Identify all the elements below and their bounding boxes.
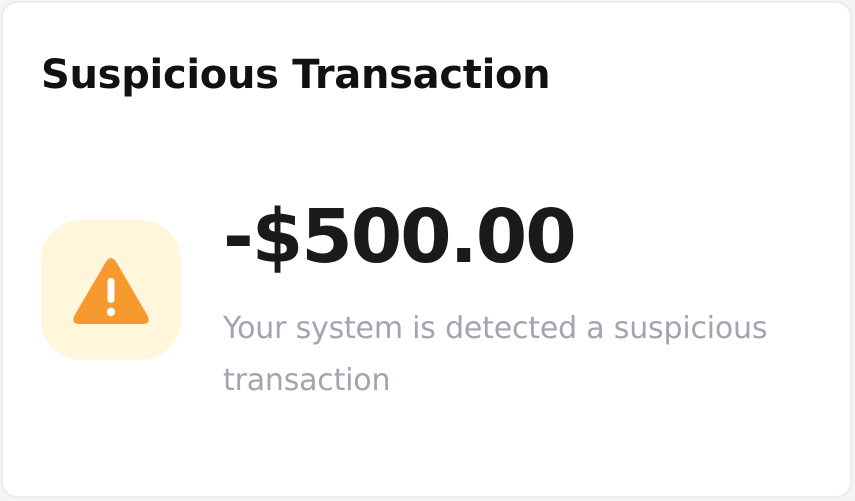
transaction-description: Your system is detected a suspicious tra… <box>223 311 768 398</box>
suspicious-transaction-card: Suspicious Transaction -$500.00 Your sys… <box>1 1 852 498</box>
transaction-amount: -$500.00 <box>223 194 577 280</box>
alert-icon-badge <box>41 220 181 360</box>
warning-triangle-icon <box>73 258 149 324</box>
card-title: Suspicious Transaction <box>41 52 551 98</box>
